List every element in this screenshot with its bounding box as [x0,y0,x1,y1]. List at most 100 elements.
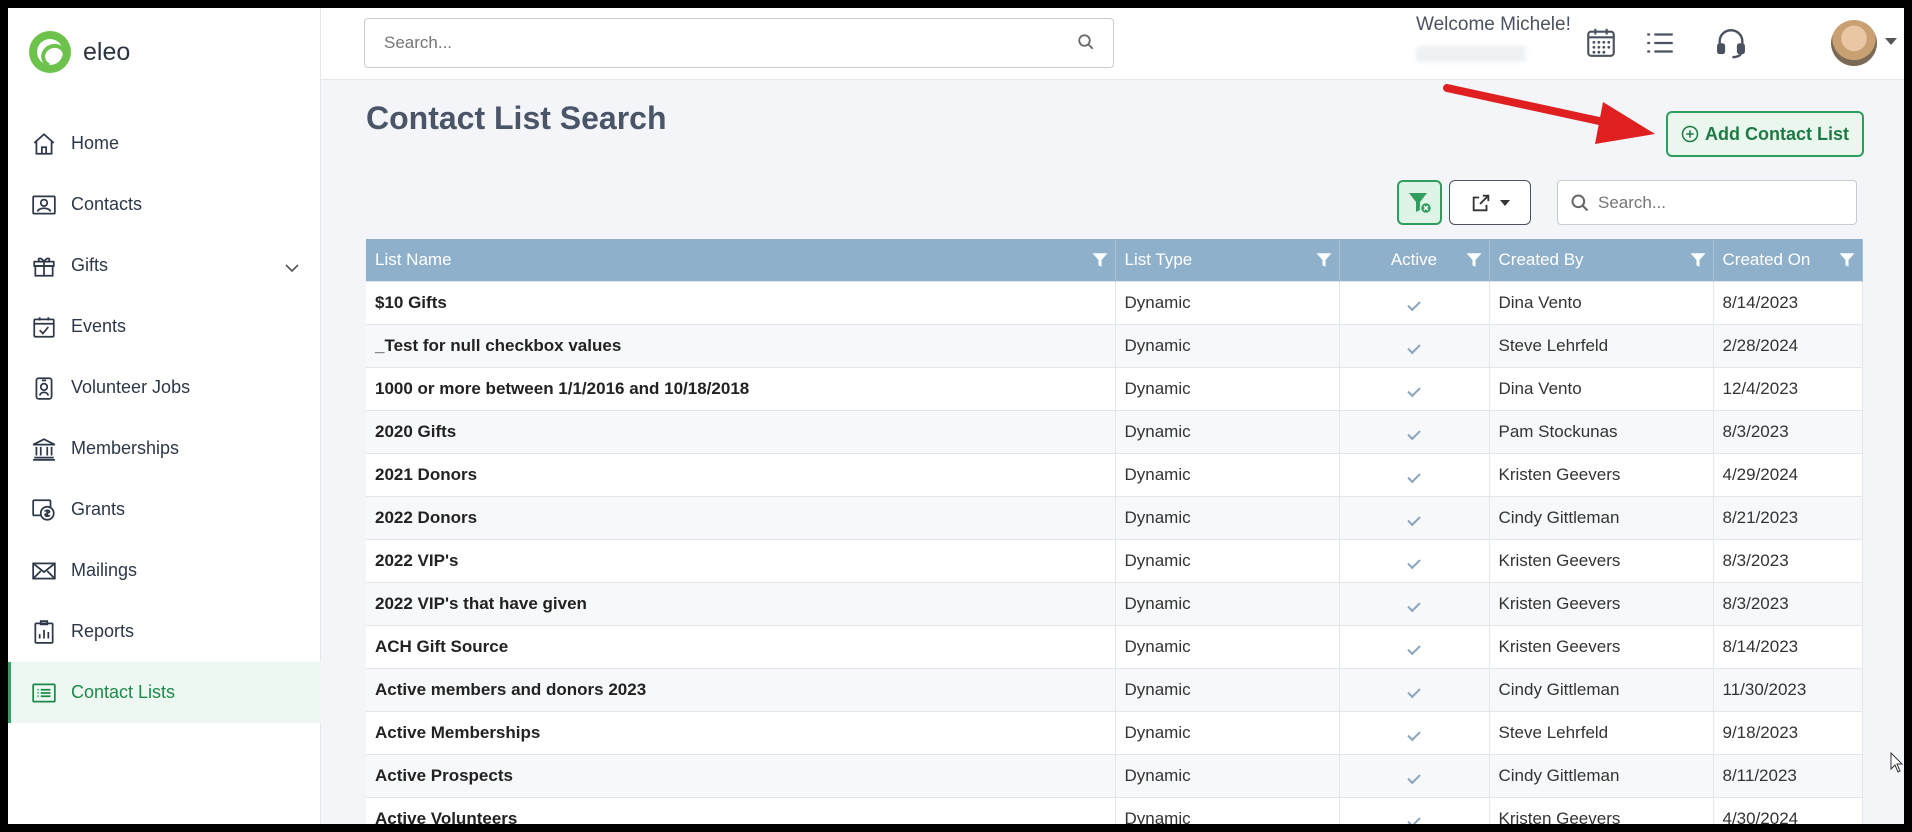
add-contact-list-button[interactable]: Add Contact List [1666,111,1864,157]
created-by-cell: Cindy Gittleman [1489,495,1714,539]
check-icon [1407,555,1421,569]
active-cell [1339,366,1490,410]
column-header-created-on[interactable]: Created On [1713,239,1863,281]
list-name-cell[interactable]: 2021 Donors [366,452,1116,496]
list-type-cell: Dynamic [1115,452,1340,496]
table-row[interactable]: ACH Gift Source Dynamic Kristen Geevers 8/1… [366,624,1863,668]
list-name-cell[interactable]: $10 Gifts [366,280,1116,324]
sidebar-item-label: Volunteer Jobs [71,377,191,397]
logo-text: eleo [83,37,131,66]
table-row[interactable]: 2022 Donors Dynamic Cindy Gittleman 8/21/20… [366,495,1863,539]
table-row[interactable]: 2020 Gifts Dynamic Pam Stockunas 8/3/2023 [366,409,1863,453]
search-input[interactable] [365,19,1045,67]
avatar[interactable] [1831,20,1877,66]
list-name-cell[interactable]: ACH Gift Source [366,624,1116,668]
chevron-down-icon[interactable] [285,257,299,278]
table-row[interactable]: 2022 VIP's Dynamic Kristen Geevers 8/3/2023 [366,538,1863,582]
task-list-icon[interactable] [1643,26,1677,65]
list-name-cell[interactable]: 2022 Donors [366,495,1116,539]
sidebar-item-home[interactable]: Home [8,113,321,174]
sidebar-item-volunteer-jobs[interactable]: Volunteer Jobs [8,357,321,418]
table-row[interactable]: $10 Gifts Dynamic Dina Vento 8/14/2023 [366,280,1863,324]
active-cell [1339,323,1490,367]
list-name-cell[interactable]: 2022 VIP's [366,538,1116,582]
table-row[interactable]: _Test for null checkbox values Dynamic Ste… [366,323,1863,367]
list-type-cell: Dynamic [1115,667,1340,711]
list-type-cell: Dynamic [1115,710,1340,754]
active-cell [1339,624,1490,668]
active-cell [1339,452,1490,496]
sidebar-item-label: Contact Lists [71,682,176,702]
created-on-cell: 12/4/2023 [1713,366,1863,410]
sidebar-item-gifts[interactable]: Gifts [8,235,321,296]
list-name-cell[interactable]: Active Memberships [366,710,1116,754]
list-name-cell[interactable]: 2022 VIP's that have given [366,581,1116,625]
list-name-cell[interactable]: _Test for null checkbox values [366,323,1116,367]
active-cell [1339,409,1490,453]
list-type-cell: Dynamic [1115,581,1340,625]
list-type-cell: Dynamic [1115,366,1340,410]
created-by-cell: Cindy Gittleman [1489,753,1714,797]
table-search-input[interactable] [1598,181,1848,224]
account-subtext-blurred [1416,46,1526,62]
filter-icon[interactable] [1465,251,1483,274]
bank-icon [29,434,59,464]
table-row[interactable]: 2021 Donors Dynamic Kristen Geevers 4/29/20… [366,452,1863,496]
check-icon [1407,297,1421,311]
sidebar-item-mailings[interactable]: Mailings [8,540,321,601]
sidebar-item-reports[interactable]: Reports [8,601,321,662]
list-name-cell[interactable]: Active Prospects [366,753,1116,797]
table-row[interactable]: Active members and donors 2023 Dynamic Cin… [366,667,1863,711]
sidebar-nav: Home Contacts Gifts Events Volunteer Job… [8,113,321,723]
list-type-cell: Dynamic [1115,796,1340,824]
sidebar-item-memberships[interactable]: Memberships [8,418,321,479]
table-row[interactable]: 1000 or more between 1/1/2016 and 10/18/… [366,366,1863,410]
calendar-grid-icon[interactable] [1584,26,1618,65]
sidebar-item-contact-lists[interactable]: Contact Lists [8,662,321,723]
list-name-cell[interactable]: 1000 or more between 1/1/2016 and 10/18/… [366,366,1116,410]
top-header: Welcome Michele! [321,8,1904,80]
contact-lists-table: List Name List Type Active Created By Cr… [366,239,1863,824]
created-on-cell: 4/30/2024 [1713,796,1863,824]
table-row[interactable]: 2022 VIP's that have given Dynamic Kristen… [366,581,1863,625]
avatar-dropdown-caret-icon[interactable] [1885,38,1897,45]
sidebar-item-grants[interactable]: Grants [8,479,321,540]
list-type-cell: Dynamic [1115,495,1340,539]
home-icon [29,129,59,159]
table-row[interactable]: Active Memberships Dynamic Steve Lehrfeld 9… [366,710,1863,754]
table-row[interactable]: Active Volunteers Dynamic Kristen Geevers 4… [366,796,1863,824]
sidebar-item-contacts[interactable]: Contacts [8,174,321,235]
filter-icon[interactable] [1315,251,1333,274]
sidebar-item-label: Home [71,133,120,153]
filter-icon[interactable] [1838,251,1856,274]
created-on-cell: 8/11/2023 [1713,753,1863,797]
column-label: Active [1390,249,1438,269]
export-dropdown-button[interactable] [1449,180,1531,225]
table-row[interactable]: Active Prospects Dynamic Cindy Gittleman 8/… [366,753,1863,797]
table-search [1557,180,1857,225]
search-icon[interactable] [1077,33,1095,56]
created-by-cell: Kristen Geevers [1489,452,1714,496]
sidebar-item-events[interactable]: Events [8,296,321,357]
red-arrow-annotation-icon [1443,84,1655,144]
clear-filter-button[interactable] [1397,180,1442,225]
check-icon [1407,426,1421,440]
list-name-cell[interactable]: Active members and donors 2023 [366,667,1116,711]
column-header-active[interactable]: Active [1339,239,1490,281]
welcome-text: Welcome Michele! [1416,14,1571,35]
filter-icon[interactable] [1091,251,1109,274]
reports-icon [29,617,59,647]
column-header-list-type[interactable]: List Type [1115,239,1340,281]
grants-icon [29,495,59,525]
filter-icon[interactable] [1689,251,1707,274]
filter-clear-icon [1408,192,1432,214]
list-name-cell[interactable]: 2020 Gifts [366,409,1116,453]
list-name-cell[interactable]: Active Volunteers [366,796,1116,824]
headset-support-icon[interactable] [1714,26,1748,65]
add-contact-list-label: Add Contact List [1705,123,1849,144]
active-cell [1339,280,1490,324]
column-header-created-by[interactable]: Created By [1489,239,1714,281]
logo[interactable]: eleo [29,31,130,73]
created-on-cell: 8/14/2023 [1713,624,1863,668]
column-header-list-name[interactable]: List Name [366,239,1116,281]
